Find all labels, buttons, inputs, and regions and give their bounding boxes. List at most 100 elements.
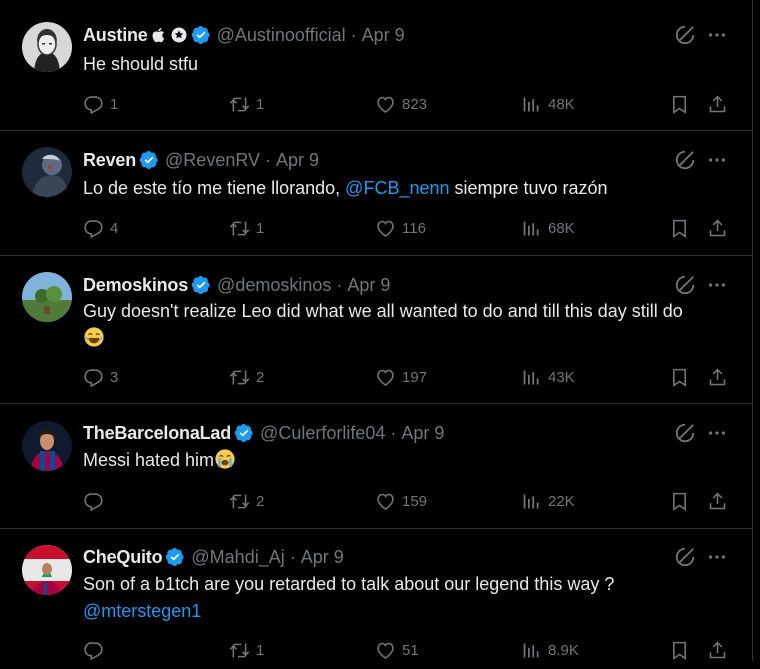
grok-icon[interactable] [674, 149, 696, 171]
repost-button[interactable]: 1 [229, 638, 264, 662]
verified-badge-icon [191, 25, 211, 45]
sob-emoji-icon [215, 449, 235, 469]
views-button[interactable]: 48K [521, 92, 575, 116]
like-button[interactable]: 159 [375, 489, 427, 513]
share-button[interactable] [707, 216, 728, 240]
repost-button[interactable]: 2 [229, 489, 264, 513]
tweet[interactable]: Reven @RevenRV · Apr 9 Lo de este tío me… [0, 131, 752, 256]
tweet-text-part: Lo de este tío me tiene llorando, [83, 178, 346, 198]
display-name[interactable]: Reven [83, 150, 136, 171]
like-button[interactable]: 823 [375, 92, 427, 116]
views-button[interactable]: 8.9K [521, 638, 579, 662]
bookmark-button[interactable] [669, 638, 690, 662]
views-button[interactable]: 22K [521, 489, 575, 513]
share-icon [707, 640, 728, 661]
tweet-text-part: Son of a b1tch are you retarded to talk … [83, 574, 615, 594]
tweet-header: Reven @RevenRV · Apr 9 [83, 149, 319, 171]
analytics-icon [521, 94, 542, 115]
reply-button[interactable]: 1 [83, 92, 118, 116]
like-button[interactable]: 116 [375, 216, 426, 240]
avatar[interactable] [22, 545, 72, 595]
share-icon [707, 491, 728, 512]
like-button[interactable]: 51 [375, 638, 419, 662]
repost-icon [229, 218, 250, 239]
repost-button[interactable]: 1 [229, 92, 264, 116]
reply-button[interactable]: 3 [83, 365, 118, 389]
bookmark-button[interactable] [669, 365, 690, 389]
more-options-icon[interactable] [706, 24, 728, 46]
tweet[interactable]: CheQuito @Mahdi_Aj · Apr 9 Son of a b1tc… [0, 529, 752, 669]
handle[interactable]: @RevenRV [165, 150, 260, 171]
display-name[interactable]: Demoskinos [83, 275, 188, 296]
tweet[interactable]: Austine @Austinoofficial · Apr 9 He shou… [0, 0, 752, 131]
bookmark-icon [669, 367, 690, 388]
verified-badge-icon [139, 150, 159, 170]
star-badge-icon [171, 27, 187, 43]
like-count: 51 [402, 641, 419, 659]
grok-icon[interactable] [674, 274, 696, 296]
bookmark-icon [669, 640, 690, 661]
handle[interactable]: @Austinoofficial [217, 25, 346, 46]
timestamp[interactable]: Apr 9 [276, 150, 319, 171]
bookmark-button[interactable] [669, 216, 690, 240]
share-button[interactable] [707, 92, 728, 116]
tweet[interactable]: Demoskinos @demoskinos · Apr 9 Guy doesn… [0, 256, 752, 404]
views-button[interactable]: 68K [521, 216, 575, 240]
handle[interactable]: @Mahdi_Aj [191, 547, 284, 568]
repost-count: 1 [256, 95, 265, 113]
more-options-icon[interactable] [706, 422, 728, 444]
share-button[interactable] [707, 365, 728, 389]
bookmark-button[interactable] [669, 92, 690, 116]
reply-count: 1 [110, 95, 119, 113]
action-bar: 4 1 116 68K [83, 216, 733, 240]
avatar[interactable] [22, 421, 72, 471]
timestamp[interactable]: Apr 9 [301, 547, 344, 568]
tweet-text: He should stfu [83, 54, 199, 74]
action-bar: 3 2 197 43K [83, 365, 733, 389]
bookmark-icon [669, 491, 690, 512]
verified-badge-icon [234, 423, 254, 443]
separator-dot: · [336, 274, 343, 295]
view-count: 48K [548, 95, 575, 113]
avatar[interactable] [22, 272, 72, 322]
timestamp[interactable]: Apr 9 [347, 275, 390, 296]
more-options-icon[interactable] [706, 149, 728, 171]
tweet-header: CheQuito @Mahdi_Aj · Apr 9 [83, 546, 344, 568]
display-name[interactable]: TheBarcelonaLad [83, 423, 231, 444]
tweet-header: TheBarcelonaLad @Culerforlife04 · Apr 9 [83, 422, 444, 444]
grok-icon[interactable] [674, 422, 696, 444]
display-name[interactable]: CheQuito [83, 547, 163, 568]
reply-button[interactable]: 4 [83, 216, 118, 240]
avatar[interactable] [22, 147, 72, 197]
mention-link[interactable]: @FCB_nenn [345, 178, 449, 198]
handle[interactable]: @Culerforlife04 [260, 423, 385, 444]
repost-count: 1 [256, 641, 265, 659]
views-button[interactable]: 43K [521, 365, 575, 389]
bookmark-icon [669, 94, 690, 115]
tweet[interactable]: TheBarcelonaLad @Culerforlife04 · Apr 9 … [0, 404, 752, 529]
grok-icon[interactable] [674, 546, 696, 568]
timestamp[interactable]: Apr 9 [362, 25, 405, 46]
bookmark-icon [669, 218, 690, 239]
repost-button[interactable]: 1 [229, 216, 264, 240]
grok-icon[interactable] [674, 24, 696, 46]
more-options-icon[interactable] [706, 546, 728, 568]
reply-button[interactable] [83, 489, 110, 513]
display-name[interactable]: Austine [83, 25, 148, 46]
reply-button[interactable] [83, 638, 110, 662]
more-options-icon[interactable] [706, 274, 728, 296]
share-button[interactable] [707, 489, 728, 513]
share-icon [707, 367, 728, 388]
bookmark-button[interactable] [669, 489, 690, 513]
handle[interactable]: @demoskinos [217, 275, 331, 296]
like-button[interactable]: 197 [375, 365, 427, 389]
reply-icon [83, 640, 104, 661]
share-button[interactable] [707, 638, 728, 662]
view-count: 68K [548, 219, 575, 237]
like-count: 197 [402, 368, 428, 386]
mention-link[interactable]: @mterstegen1 [83, 601, 201, 621]
timestamp[interactable]: Apr 9 [401, 423, 444, 444]
repost-icon [229, 491, 250, 512]
repost-button[interactable]: 2 [229, 365, 264, 389]
avatar[interactable] [22, 22, 72, 72]
